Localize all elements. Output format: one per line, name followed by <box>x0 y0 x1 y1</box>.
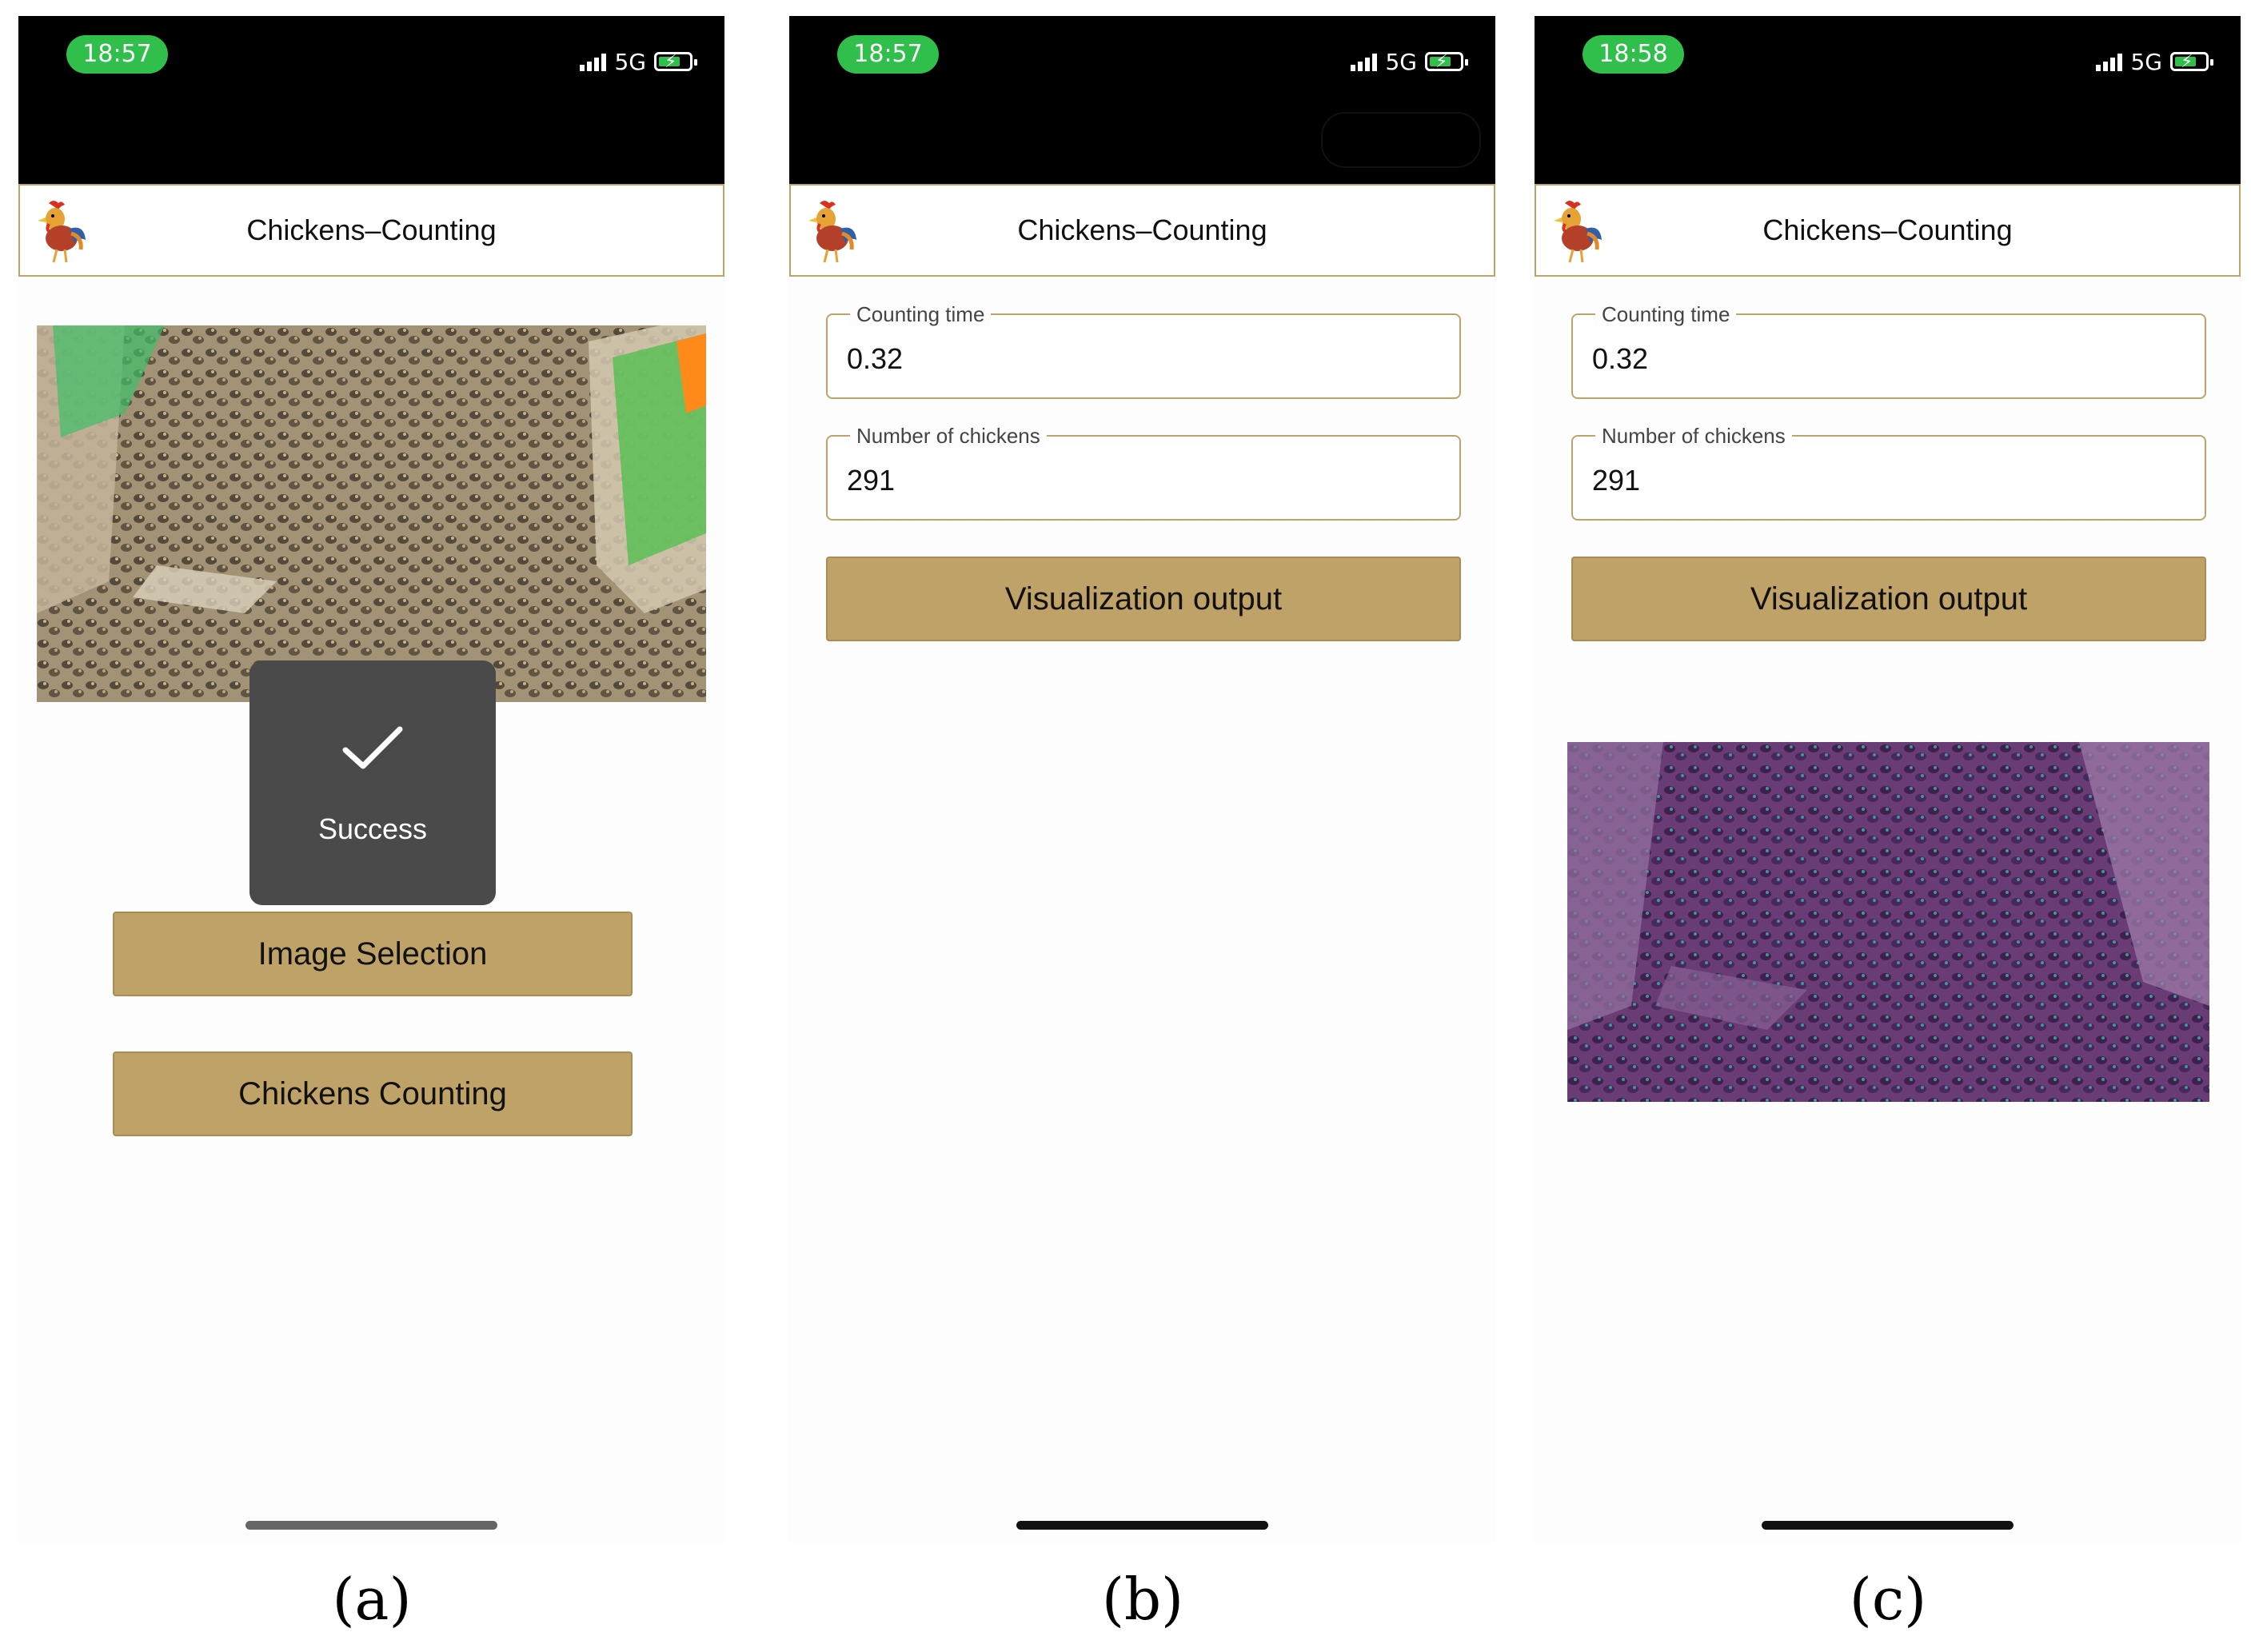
caption-c: (c) <box>1849 1566 1927 1633</box>
number-of-chickens-value: 291 <box>1592 464 1641 497</box>
number-of-chickens-field[interactable]: Number of chickens 291 <box>1571 424 2206 521</box>
visualization-output-button[interactable]: Visualization output <box>826 557 1461 641</box>
battery-charging-icon: ⚡ <box>2170 52 2213 72</box>
selected-chicken-photo <box>37 325 706 702</box>
status-bar: 18:58 5G ⚡ <box>1535 16 2241 184</box>
success-toast: Success <box>249 660 496 905</box>
phone-screen-a: 18:57 5G ⚡ Chickens–Counting Success Ima… <box>18 16 724 1543</box>
signal-icon <box>1351 52 1378 71</box>
network-label: 5G <box>1385 48 1417 75</box>
app-header: Chickens–Counting <box>18 184 724 277</box>
battery-charging-icon: ⚡ <box>1425 52 1468 72</box>
home-indicator[interactable] <box>1762 1521 2014 1530</box>
status-bar: 18:57 5G ⚡ <box>789 16 1495 184</box>
counting-time-label: Counting time <box>850 302 992 326</box>
counting-time-value: 0.32 <box>847 342 904 375</box>
app-title: Chickens–Counting <box>1017 213 1267 246</box>
image-selection-button[interactable]: Image Selection <box>113 912 633 996</box>
status-bar: 18:57 5G ⚡ <box>18 16 724 184</box>
home-indicator[interactable] <box>245 1521 497 1530</box>
home-indicator[interactable] <box>1016 1521 1268 1530</box>
counting-time-value: 0.32 <box>1592 342 1649 375</box>
status-time: 18:57 <box>66 35 168 74</box>
caption-a: (a) <box>332 1566 412 1633</box>
counting-time-field[interactable]: Counting time 0.32 <box>826 302 1461 399</box>
caption-b: (b) <box>1101 1566 1184 1633</box>
status-indicators: 5G ⚡ <box>1351 48 1468 75</box>
network-label: 5G <box>2130 48 2162 75</box>
app-title: Chickens–Counting <box>1762 213 2013 246</box>
status-time: 18:57 <box>837 35 939 74</box>
status-indicators: 5G ⚡ <box>2096 48 2213 75</box>
network-label: 5G <box>614 48 646 75</box>
number-of-chickens-label: Number of chickens <box>1595 424 1792 448</box>
app-title: Chickens–Counting <box>246 213 497 246</box>
dynamic-island-ghost <box>1321 112 1481 168</box>
number-of-chickens-field[interactable]: Number of chickens 291 <box>826 424 1461 521</box>
app-header: Chickens–Counting <box>1535 184 2241 277</box>
phone-screen-c: 18:58 5G ⚡ Chickens–Counting Counting ti… <box>1535 16 2241 1543</box>
signal-icon <box>580 52 607 71</box>
number-of-chickens-value: 291 <box>847 464 896 497</box>
counting-time-label: Counting time <box>1595 302 1737 326</box>
app-header: Chickens–Counting <box>789 184 1495 277</box>
battery-charging-icon: ⚡ <box>654 52 697 72</box>
checkmark-icon <box>342 726 403 769</box>
status-time: 18:58 <box>1582 35 1684 74</box>
phone-screen-b: 18:57 5G ⚡ Chickens–Counting Counting ti… <box>789 16 1495 1543</box>
counting-time-field[interactable]: Counting time 0.32 <box>1571 302 2206 399</box>
number-of-chickens-label: Number of chickens <box>850 424 1047 448</box>
visualization-output-image <box>1567 742 2209 1102</box>
signal-icon <box>2096 52 2123 71</box>
chickens-counting-button[interactable]: Chickens Counting <box>113 1051 633 1136</box>
toast-text: Success <box>317 812 428 845</box>
visualization-output-button[interactable]: Visualization output <box>1571 557 2206 641</box>
status-indicators: 5G ⚡ <box>580 48 697 75</box>
